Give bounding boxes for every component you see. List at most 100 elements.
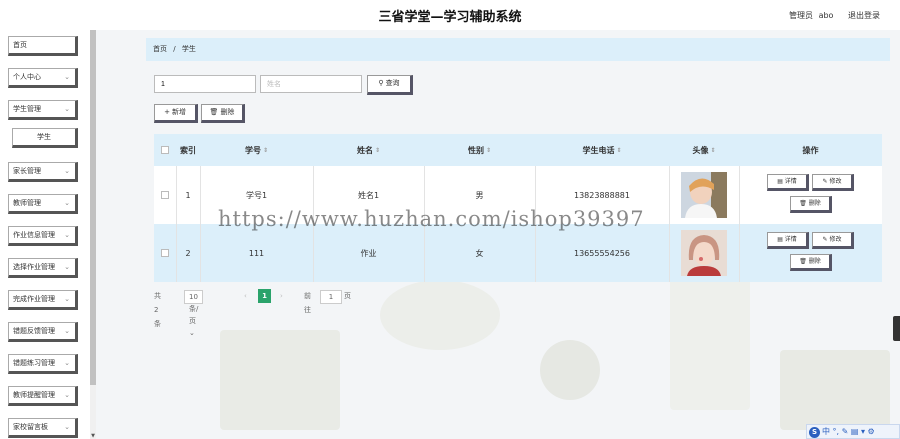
trash-icon: 🗑 [799, 258, 807, 265]
ime-toolbar[interactable]: S中 °, ✎ ▤ ▾ ⚙ [806, 424, 900, 439]
sidebar-item-homework-completion[interactable]: 完成作业管理 ⌄ [8, 290, 78, 310]
pencil-icon: ✎ [822, 178, 828, 185]
header-phone[interactable]: 学生电话 ⇕ [535, 134, 669, 166]
pagination-total: 共 2 条 [154, 292, 161, 328]
sidebar-item-homework-selection[interactable]: 选择作业管理 ⌄ [8, 258, 78, 278]
search-icon: ⚲ [378, 79, 384, 87]
sidebar-item-teacher-management[interactable]: 教师管理 ⌄ [8, 194, 78, 214]
sidebar-item-student-management[interactable]: 学生管理 ⌄ [8, 100, 78, 120]
current-page-button[interactable]: 1 [258, 289, 271, 303]
sort-icon[interactable]: ⇕ [710, 147, 715, 154]
sidebar-item-label: 错题练习管理 [13, 359, 55, 367]
sidebar-item-mistake-feedback[interactable]: 错题反馈管理 ⌄ [8, 322, 78, 342]
goto-page-input[interactable]: 1 [320, 290, 342, 304]
name-search-input[interactable] [260, 75, 362, 93]
add-button[interactable]: + 新增 [154, 104, 198, 123]
sidebar-scrollbar[interactable]: ▼ [90, 30, 96, 439]
sort-icon[interactable]: ⇕ [263, 147, 268, 154]
scroll-down-arrow-icon[interactable]: ▼ [90, 433, 96, 439]
scrollbar-thumb[interactable] [90, 30, 96, 385]
header-index: 索引 [180, 145, 196, 155]
delete-label: 删除 [808, 200, 821, 207]
select-all-checkbox[interactable] [161, 146, 169, 154]
sidebar-item-label: 错题反馈管理 [13, 327, 55, 335]
breadcrumb: 首页 / 学生 [146, 38, 890, 61]
sidebar-item-label: 完成作业管理 [13, 295, 55, 303]
sort-icon[interactable]: ⇕ [375, 147, 380, 154]
detail-button[interactable]: ▤ 详情 [767, 174, 809, 191]
sidebar-item-label: 教师管理 [13, 199, 41, 207]
row-checkbox[interactable] [161, 191, 169, 199]
sidebar-item-label: 学生管理 [13, 105, 41, 113]
sidebar-item-parent-management[interactable]: 家长管理 ⌄ [8, 162, 78, 182]
logout-link[interactable]: 退出登录 [848, 11, 880, 20]
breadcrumb-separator: / [173, 45, 176, 53]
side-float-tab[interactable] [893, 316, 900, 341]
prev-page-button[interactable]: ‹ [244, 289, 247, 303]
sort-icon[interactable]: ⇕ [616, 147, 621, 154]
edit-label: 修改 [829, 178, 842, 185]
delete-button[interactable]: 🗑 删除 [790, 254, 832, 271]
trash-icon: 🗑 [209, 108, 219, 116]
delete-button[interactable]: 🗑 删除 [790, 196, 832, 213]
edit-button[interactable]: ✎ 修改 [812, 174, 854, 191]
plus-icon: + [164, 108, 170, 116]
breadcrumb-current: 学生 [181, 45, 196, 53]
query-button-label: 查询 [385, 79, 400, 87]
row-checkbox[interactable] [161, 249, 169, 257]
chevron-down-icon: ⌄ [64, 105, 70, 113]
sidebar-item-home[interactable]: 首页 [8, 36, 78, 56]
header-xuehao[interactable]: 学号 ⇕ [200, 134, 313, 166]
sidebar-item-label: 教师提醒管理 [13, 391, 55, 399]
sidebar-item-label: 家长管理 [13, 167, 41, 175]
query-button[interactable]: ⚲ 查询 [367, 75, 413, 95]
sort-icon[interactable]: ⇕ [486, 147, 491, 154]
sidebar-item-label: 首页 [13, 41, 27, 49]
next-page-button[interactable]: › [280, 289, 283, 303]
ime-logo-icon: S [809, 427, 820, 438]
user-area: 管理员 abo 退出登录 [777, 10, 880, 21]
app-title: 三省学堂—学习辅助系统 [378, 10, 522, 25]
header-xuehao-label: 学号 [244, 145, 261, 155]
header-name-label: 姓名 [356, 145, 373, 155]
chevron-down-icon: ⌄ [64, 295, 70, 303]
header-ops: 操作 [802, 145, 819, 155]
add-button-label: 新增 [171, 108, 186, 116]
delete-label: 删除 [808, 258, 821, 265]
sidebar-item-teacher-reminder[interactable]: 教师提醒管理 ⌄ [8, 386, 78, 406]
breadcrumb-home[interactable]: 首页 [153, 45, 167, 53]
page-size-select[interactable]: 10条/页 ⌄ [184, 290, 204, 337]
sidebar-item-message-board[interactable]: 家校留言板 ⌄ [8, 418, 78, 438]
student-avatar [681, 172, 727, 218]
pencil-icon: ✎ [822, 236, 828, 243]
sidebar-item-personal-center[interactable]: 个人中心 ⌄ [8, 68, 78, 88]
user-role: 管理员 [789, 11, 814, 20]
doc-icon: ▤ [777, 178, 783, 185]
student-avatar [681, 230, 727, 276]
trash-icon: 🗑 [799, 200, 807, 207]
table-row: 2 111 作业 女 13655554256 ▤ 详情 ✎ 修改 🗑 删除 [154, 224, 882, 282]
batch-delete-label: 删除 [220, 108, 235, 116]
sidebar-item-mistake-practice[interactable]: 错题练习管理 ⌄ [8, 354, 78, 374]
cell-index: 2 [185, 248, 191, 258]
sidebar-item-homework-info[interactable]: 作业信息管理 ⌄ [8, 226, 78, 246]
header-avatar[interactable]: 头像 ⇕ [669, 134, 739, 166]
chevron-down-icon: ⌄ [64, 167, 70, 175]
header-phone-label: 学生电话 [582, 145, 615, 155]
header-gender[interactable]: 性别 ⇕ [424, 134, 535, 166]
table-header: 索引 学号 ⇕ 姓名 ⇕ 性别 ⇕ 学生电话 ⇕ 头像 ⇕ 操作 [154, 134, 882, 166]
sidebar-item-label: 家校留言板 [13, 423, 48, 431]
detail-button[interactable]: ▤ 详情 [767, 232, 809, 249]
header-name[interactable]: 姓名 ⇕ [313, 134, 424, 166]
chevron-down-icon: ⌄ [64, 263, 70, 271]
background-decoration [140, 260, 900, 439]
ime-toolbar-items: 中 °, ✎ ▤ ▾ ⚙ [822, 427, 875, 436]
user-name: abo [818, 11, 834, 20]
edit-button[interactable]: ✎ 修改 [812, 232, 854, 249]
batch-delete-button[interactable]: 🗑 删除 [201, 104, 245, 123]
sidebar-subitem-student[interactable]: 学生 [12, 128, 78, 148]
xuehao-search-input[interactable] [154, 75, 256, 93]
page-unit-label: 页 [344, 292, 351, 300]
doc-icon: ▤ [777, 236, 783, 243]
chevron-down-icon: ⌄ [64, 231, 70, 239]
